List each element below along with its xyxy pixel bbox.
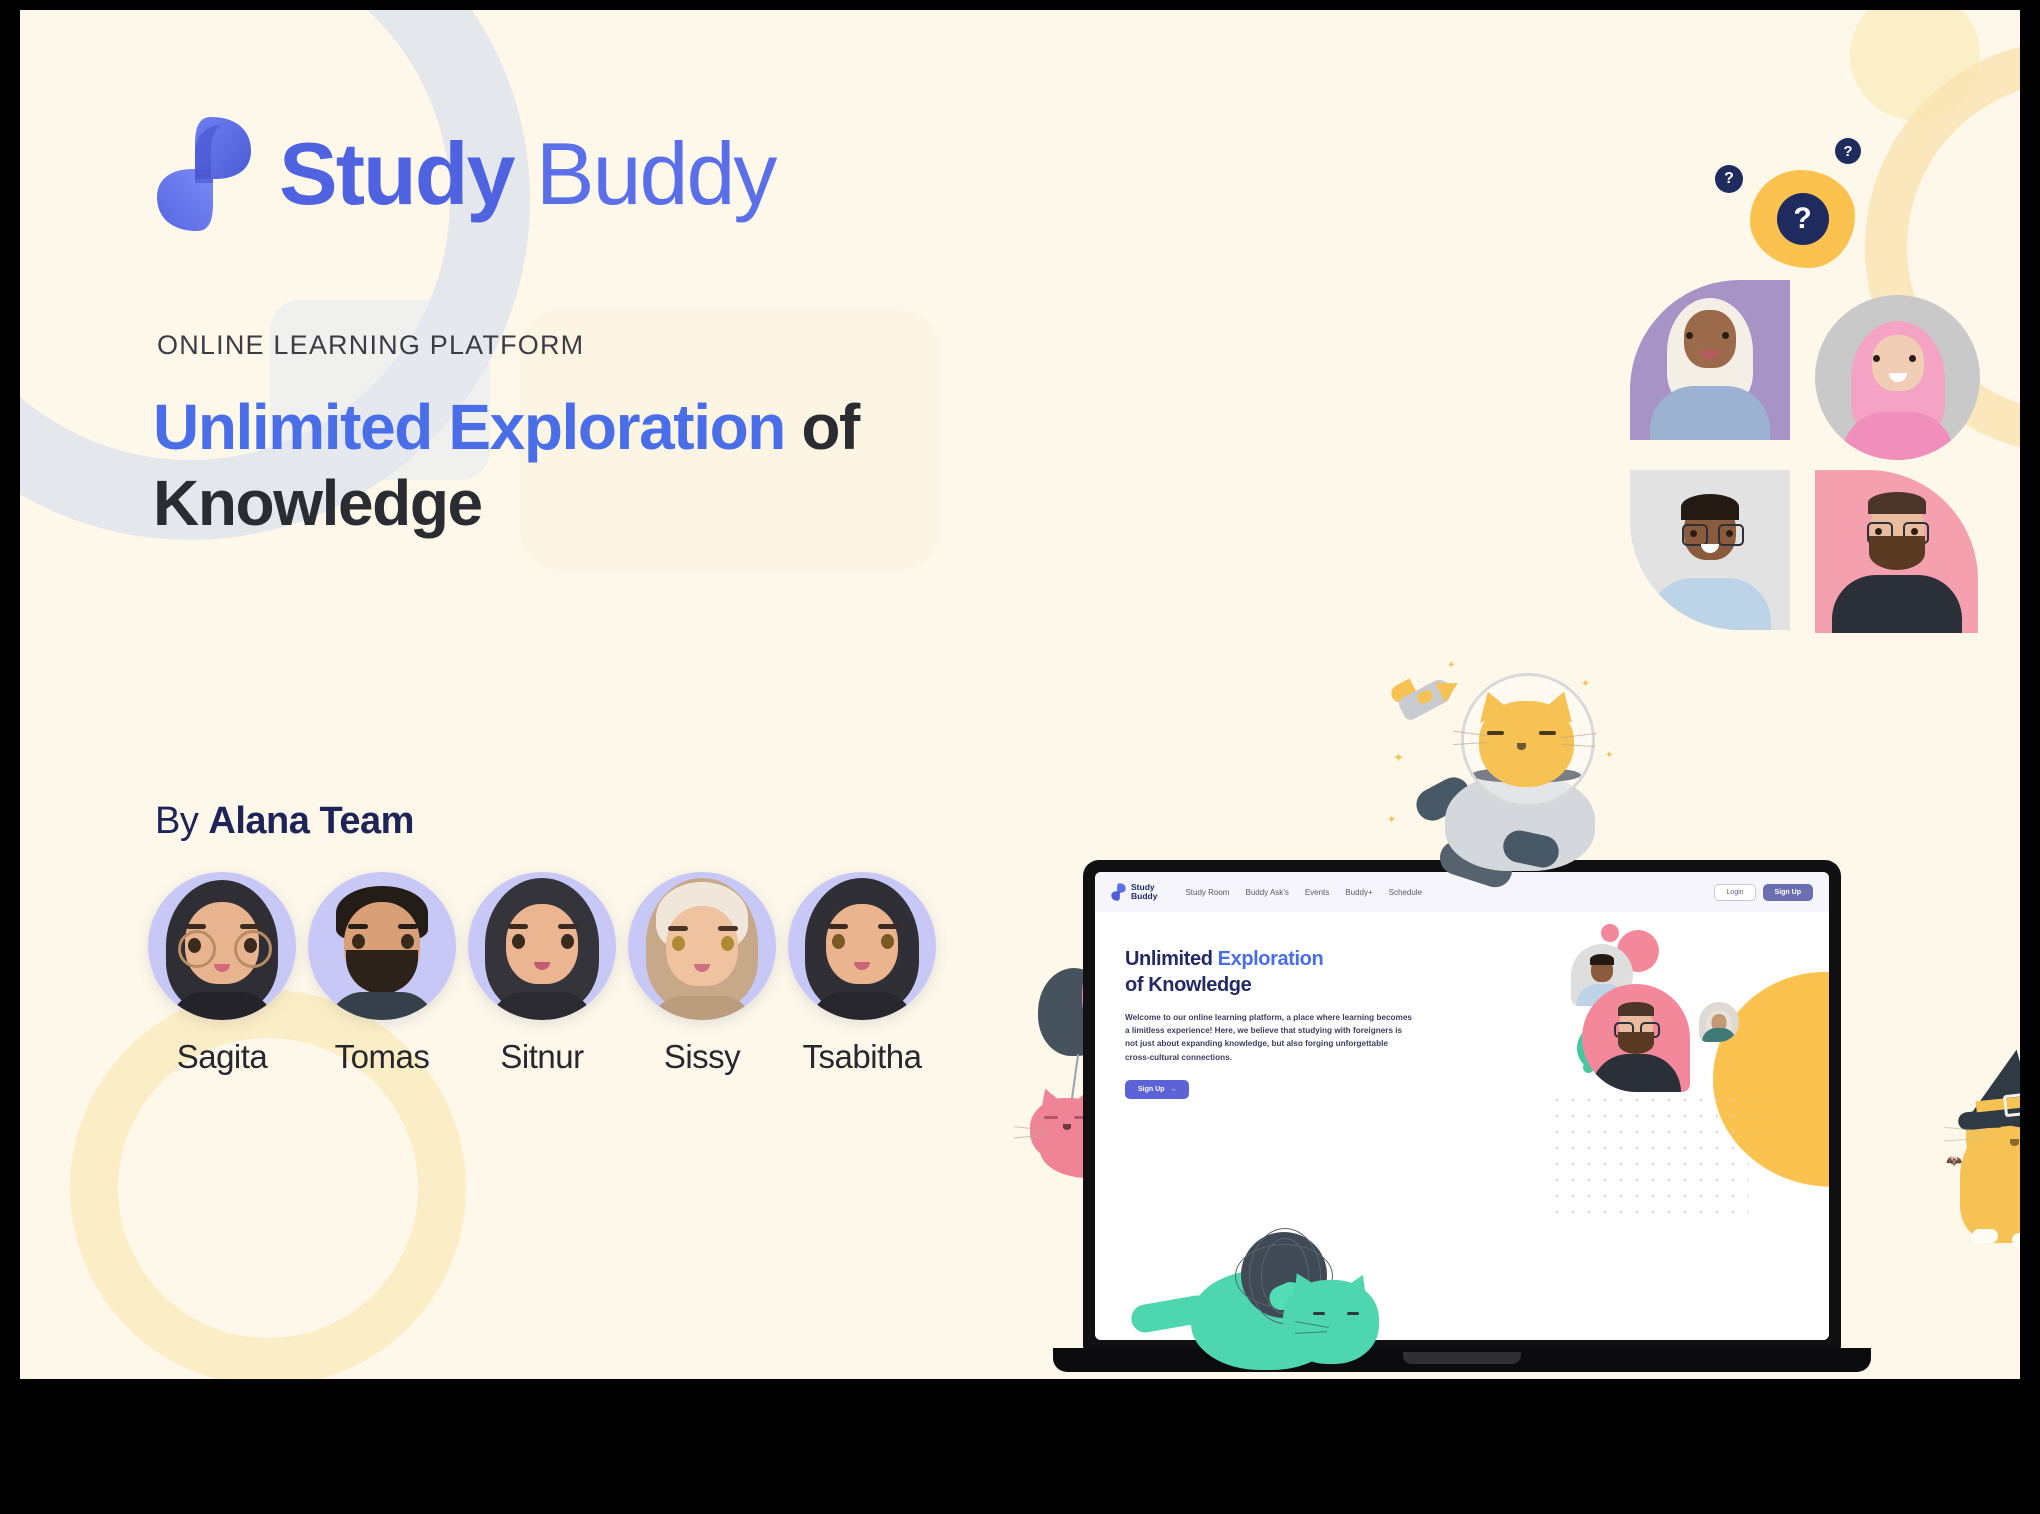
question-mark-badge-small: ? — [1835, 138, 1861, 164]
nav-link-study-room[interactable]: Study Room — [1185, 888, 1229, 897]
site-cta-label: Sign Up — [1138, 1085, 1165, 1093]
headline-rest: of — [784, 391, 860, 463]
student-photo — [1630, 470, 1790, 630]
avatar — [468, 872, 616, 1020]
avatar — [148, 872, 296, 1020]
byline-team: Alana Team — [208, 800, 414, 842]
question-mark-badge-large: ? — [1776, 193, 1829, 245]
brand-logo: Study Buddy — [155, 115, 777, 233]
wizard-cat-illustration: 🦇 — [1944, 1043, 2020, 1265]
green-cat-illustration — [1129, 1228, 1395, 1379]
team-member-name: Tomas — [334, 1038, 430, 1075]
team-member[interactable]: Sagita — [148, 872, 296, 1076]
nav-link-schedule[interactable]: Schedule — [1389, 888, 1422, 897]
rocket-icon — [1385, 673, 1463, 725]
byline: By Alana Team — [155, 800, 414, 843]
student-photo — [1630, 280, 1790, 440]
site-signup-cta[interactable]: Sign Up → — [1125, 1079, 1190, 1099]
site-hero-title-accent: Exploration — [1217, 948, 1324, 970]
site-hero-artwork — [1529, 912, 1829, 1340]
brand-wordmark: Study Buddy — [279, 130, 777, 218]
site-avatar-bubble — [1582, 984, 1690, 1092]
nav-link-events[interactable]: Events — [1305, 888, 1329, 897]
laptop-notch — [1403, 1352, 1521, 1364]
student-photo-collage: ? ? ? — [1575, 70, 1995, 633]
headline-line2: Knowledge — [153, 466, 483, 539]
team-member-name: Sagita — [176, 1038, 268, 1075]
site-hero-title-part2: of Knowledge — [1125, 974, 1252, 997]
team-member-name: Sissy — [663, 1038, 741, 1075]
team-member[interactable]: Sissy — [628, 872, 776, 1076]
team-member-name: Tsabitha — [802, 1038, 922, 1075]
site-logo[interactable]: Study Buddy — [1111, 883, 1157, 901]
site-nav-actions: Login Sign Up — [1714, 883, 1813, 901]
avatar — [788, 872, 936, 1020]
team-member-name: Sitnur — [500, 1038, 584, 1075]
eyebrow-text: ONLINE LEARNING PLATFORM — [157, 330, 585, 360]
study-buddy-logo-icon — [155, 115, 253, 233]
student-photo — [1815, 295, 1980, 460]
headline-highlight: Unlimited Exploration — [153, 391, 786, 463]
team-member[interactable]: Sitnur — [468, 872, 616, 1076]
site-logo-text: Study Buddy — [1131, 883, 1157, 901]
brand-name-bold: Study — [279, 124, 515, 223]
nav-link-buddy-plus[interactable]: Buddy+ — [1345, 888, 1372, 897]
brand-name-light: Buddy — [535, 124, 778, 223]
presentation-slide: Study Buddy ONLINE LEARNING PLATFORM Unl… — [20, 10, 2020, 1379]
question-mark-yellow-blob: ? — [1750, 170, 1855, 268]
arrow-right-icon: → — [1169, 1085, 1177, 1093]
page-title: Unlimited Exploration of Knowledge — [153, 390, 1053, 541]
signup-button[interactable]: Sign Up — [1762, 883, 1813, 901]
avatar — [308, 872, 456, 1020]
site-hero-title: Unlimited Exploration of Knowledge — [1125, 946, 1425, 999]
astronaut-cat-illustration: ✦ ✦ ✦ ✦ ✦ ✦ — [1375, 655, 1625, 892]
question-mark-badge-small: ? — [1715, 165, 1743, 193]
site-hero-title-part1: Unlimited — [1125, 948, 1218, 970]
site-logo-line2: Buddy — [1131, 891, 1158, 901]
avatar — [628, 872, 776, 1020]
team-avatar-row: Sagita Tomas Sitnur Sissy Tsabitha — [148, 872, 936, 1076]
pink-dot — [1601, 924, 1619, 942]
login-button[interactable]: Login — [1714, 883, 1756, 901]
screenshot-stage: Study Buddy ONLINE LEARNING PLATFORM Unl… — [0, 0, 2040, 1514]
byline-prefix: By — [155, 800, 209, 842]
team-member[interactable]: Tomas — [308, 872, 456, 1076]
student-photo — [1815, 470, 1978, 633]
team-member[interactable]: Tsabitha — [788, 872, 936, 1076]
site-nav-links: Study Room Buddy Ask's Events Buddy+ Sch… — [1185, 888, 1422, 897]
nav-link-buddy-asks[interactable]: Buddy Ask's — [1245, 888, 1288, 897]
site-hero-copy: Unlimited Exploration of Knowledge Welco… — [1125, 946, 1425, 1099]
site-avatar-bubble — [1699, 1002, 1739, 1042]
dot-grid-pattern — [1549, 1092, 1749, 1222]
study-buddy-logo-icon — [1111, 883, 1126, 901]
site-hero-paragraph: Welcome to our online learning platform,… — [1125, 1012, 1412, 1062]
